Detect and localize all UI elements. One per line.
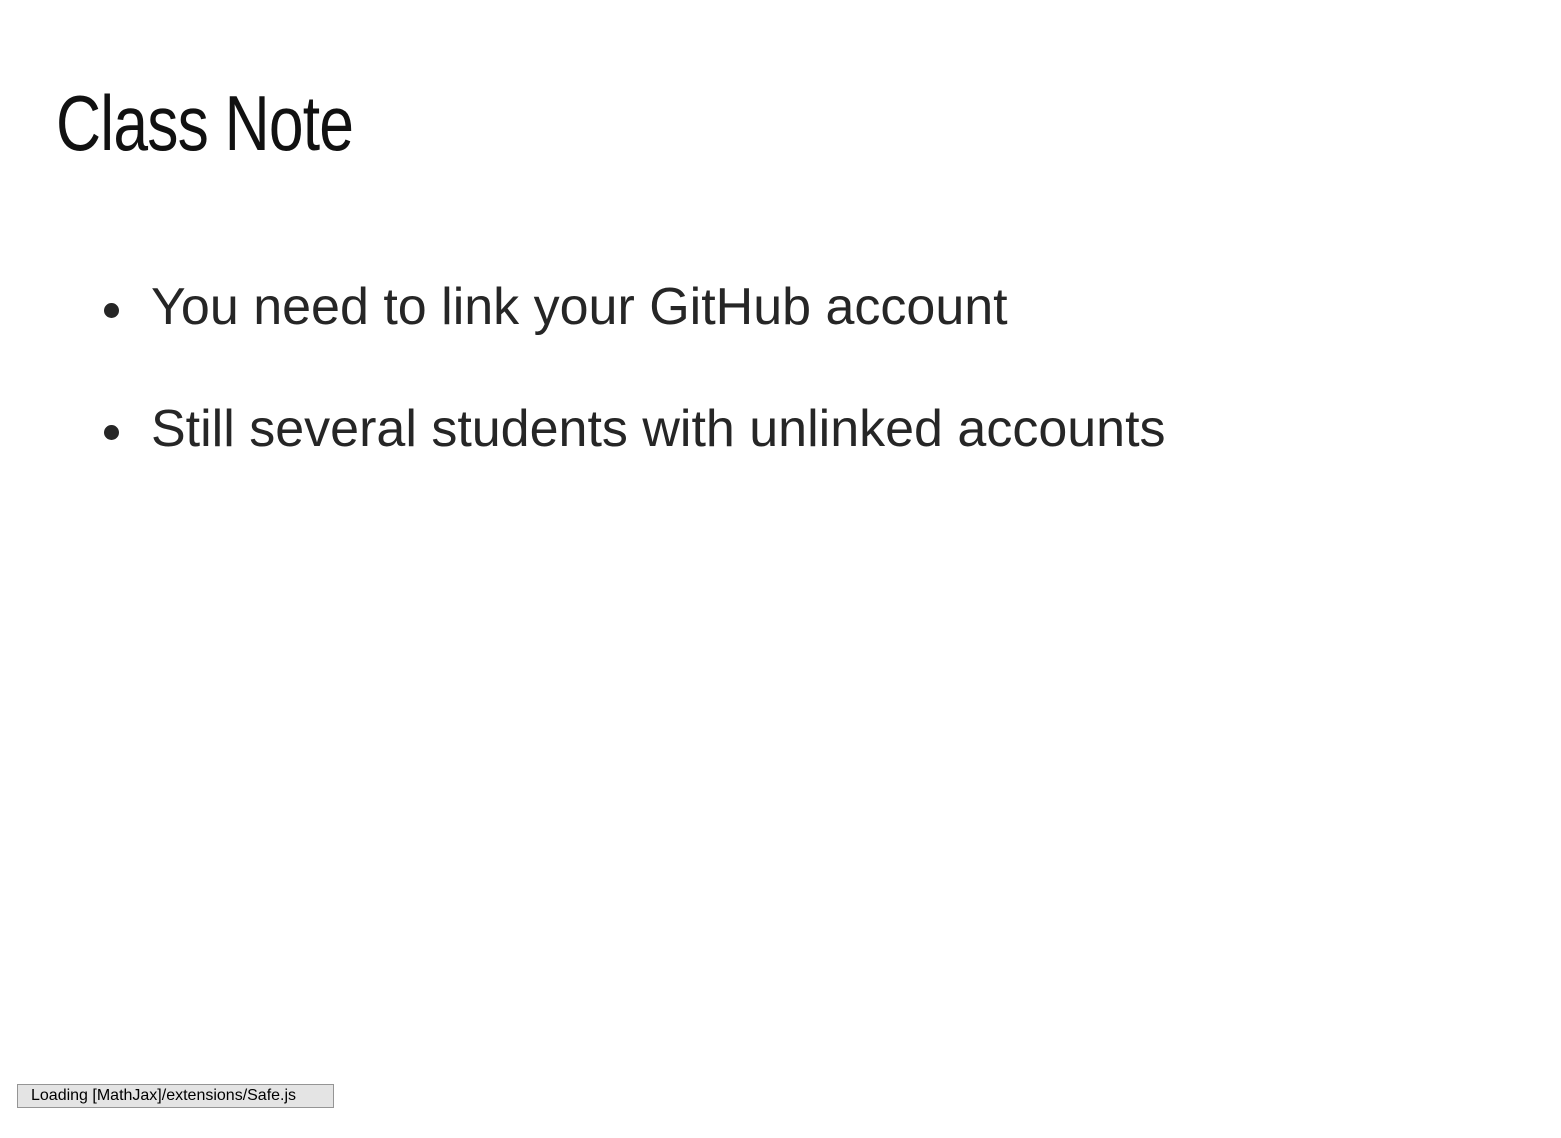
slide-title: Class Note xyxy=(56,79,354,167)
bullet-item: Still several students with unlinked acc… xyxy=(104,398,1166,520)
bullet-list: You need to link your GitHub account Sti… xyxy=(104,276,1166,520)
slide: Class Note You need to link your GitHub … xyxy=(0,0,1561,1138)
bullet-item: You need to link your GitHub account xyxy=(104,276,1166,398)
mathjax-loading-status: Loading [MathJax]/extensions/Safe.js xyxy=(17,1084,334,1108)
bullet-dot-icon xyxy=(104,425,119,440)
bullet-text: Still several students with unlinked acc… xyxy=(151,400,1166,458)
bullet-text: You need to link your GitHub account xyxy=(151,278,1008,336)
bullet-dot-icon xyxy=(104,303,119,318)
